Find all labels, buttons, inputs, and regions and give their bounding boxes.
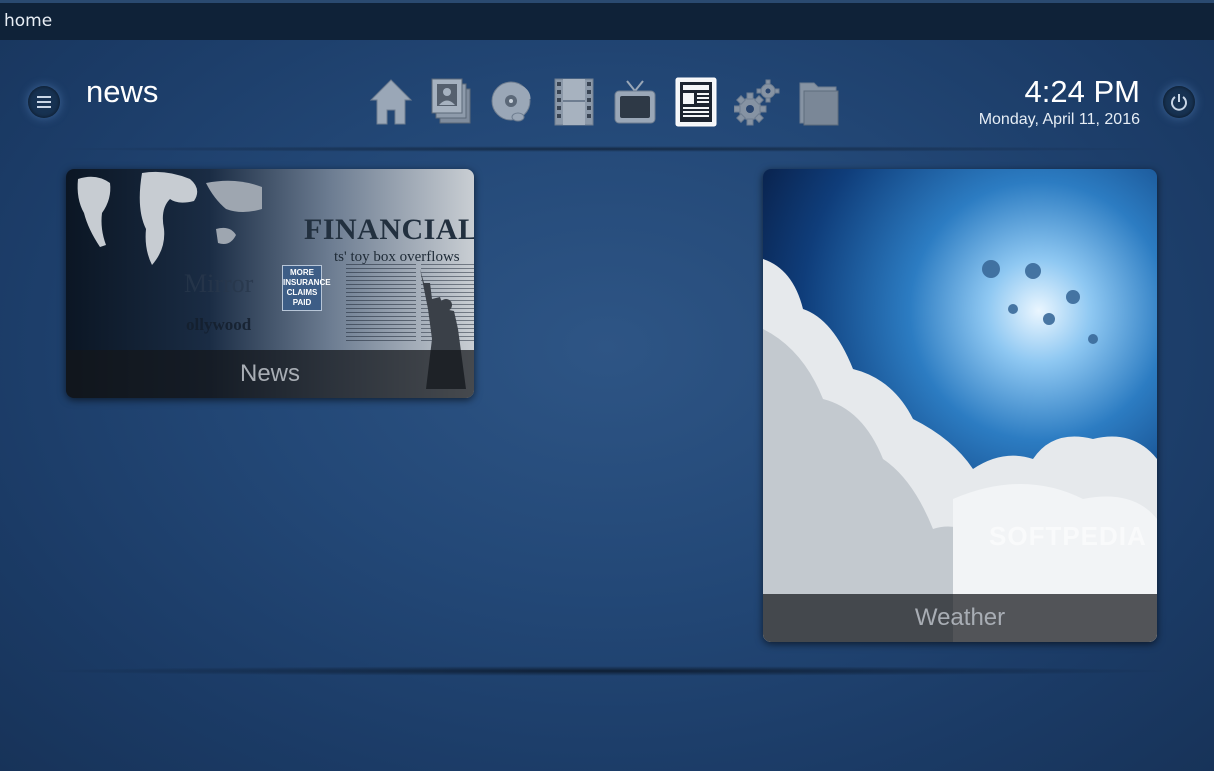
music-icon	[491, 81, 530, 122]
clock-date: Monday, April 11, 2016	[978, 111, 1140, 128]
tv-icon	[614, 80, 655, 124]
news-icon	[675, 77, 716, 127]
news-tile[interactable]: FINANCIAL ts' toy box overflows Mirror o…	[66, 169, 474, 398]
news-tile-label-bar: News	[66, 350, 474, 398]
home-icon	[369, 79, 412, 125]
top-bar: home	[0, 0, 1214, 40]
nav-item-videos[interactable]	[543, 76, 604, 128]
breadcrumb: home	[4, 11, 53, 31]
power-button[interactable]	[1163, 86, 1195, 118]
weather-tile[interactable]: SOFTPEDIA Weather	[763, 169, 1157, 642]
nav-item-tv[interactable]	[604, 76, 665, 128]
newspaper-subheadline: ts' toy box overflows	[334, 249, 460, 265]
clock-time: 4:24 PM	[1024, 74, 1140, 109]
header-divider	[40, 146, 1174, 152]
page-title: news	[86, 74, 159, 109]
pictures-icon	[431, 78, 470, 124]
footer-divider	[30, 666, 1184, 676]
newspaper-badge: MORE INSURANCE CLAIMS PAID	[282, 265, 331, 311]
newspaper-mirror: Mirror	[184, 269, 254, 298]
folder-icon	[799, 82, 838, 126]
nav-item-home[interactable]	[360, 76, 421, 128]
clock: 4:24 PM Monday, April 11, 2016	[979, 74, 1140, 130]
nav-item-music[interactable]	[482, 76, 543, 128]
weather-tile-label: Weather	[914, 604, 1006, 631]
film-icon	[554, 78, 593, 126]
weather-tile-label-bar: Weather	[763, 594, 1157, 642]
main-nav	[360, 76, 848, 128]
nav-item-news[interactable]	[665, 76, 726, 128]
softpedia-watermark: SOFTPEDIA	[989, 521, 1147, 551]
nav-item-files[interactable]	[787, 76, 848, 128]
nav-item-settings[interactable]	[726, 76, 787, 128]
newspaper-hollywood: ollywood	[186, 315, 252, 334]
nav-item-pictures[interactable]	[421, 76, 482, 128]
clouds-image	[763, 259, 1157, 642]
news-tile-label: News	[239, 360, 300, 387]
newspaper-headline: FINANCIAL	[304, 213, 474, 246]
hamburger-icon	[37, 96, 51, 108]
power-icon	[1171, 94, 1187, 111]
gears-icon	[733, 79, 779, 126]
menu-button[interactable]	[28, 86, 60, 118]
